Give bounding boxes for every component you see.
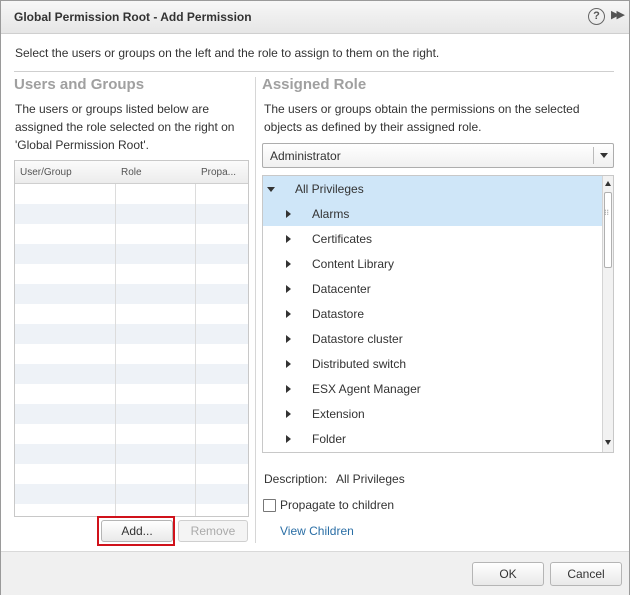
chevron-down-icon[interactable]	[600, 153, 608, 158]
tree-item[interactable]: ESX Agent Manager	[263, 376, 602, 401]
tree-item-label: Datastore	[312, 307, 365, 321]
tree-item-label: Extension	[312, 407, 365, 421]
tree-item[interactable]: Folder	[263, 426, 602, 451]
table-row	[15, 204, 248, 224]
tree-item[interactable]: Datastore cluster	[263, 326, 602, 351]
table-row	[15, 424, 248, 444]
users-groups-description: The users or groups listed below are ass…	[15, 102, 235, 152]
tree-item-label: Datastore cluster	[312, 332, 403, 346]
tree-item[interactable]: Datacenter	[263, 276, 602, 301]
table-row	[15, 444, 248, 464]
tree-item[interactable]: Content Library	[263, 251, 602, 276]
tree-item[interactable]: Distributed switch	[263, 351, 602, 376]
table-row	[15, 304, 248, 324]
table-row	[15, 244, 248, 264]
column-header-propagate[interactable]: Propa...	[201, 167, 236, 178]
scroll-up-icon[interactable]	[605, 181, 611, 186]
expand-right-icon[interactable]	[286, 385, 291, 393]
table-row	[15, 324, 248, 344]
scroll-down-icon[interactable]	[605, 440, 611, 445]
expand-right-icon[interactable]	[286, 260, 291, 268]
table-row	[15, 284, 248, 304]
tree-item[interactable]: All Privileges	[263, 176, 602, 201]
expand-right-icon[interactable]	[286, 335, 291, 343]
users-groups-table[interactable]: User/Group Role Propa...	[14, 160, 249, 517]
expand-icon[interactable]: ▶▶	[611, 8, 625, 21]
expand-right-icon[interactable]	[286, 410, 291, 418]
highlight-box	[97, 516, 175, 546]
role-select-value: Administrator	[270, 149, 341, 163]
tree-item-label: Folder	[312, 432, 347, 446]
users-groups-heading: Users and Groups	[14, 76, 145, 93]
expand-right-icon[interactable]	[286, 285, 291, 293]
table-row	[15, 184, 248, 204]
tree-item-label: Alarms	[312, 207, 350, 221]
privileges-tree[interactable]: All Privileges Alarms Certificates Content …	[262, 175, 614, 453]
description-label: Description:	[264, 472, 328, 486]
instructions-text: Select the users or groups on the left a…	[15, 46, 440, 60]
column-header-user-group[interactable]: User/Group	[20, 167, 72, 178]
table-row	[15, 484, 248, 504]
dialog-title: Global Permission Root - Add Permission	[14, 10, 252, 24]
grip-icon: ⁝⁝	[604, 208, 610, 217]
tree-scrollbar[interactable]: ⁝⁝	[602, 176, 613, 452]
propagate-checkbox[interactable]	[263, 499, 276, 512]
title-bar[interactable]: Global Permission Root - Add Permission …	[1, 1, 629, 34]
expand-right-icon[interactable]	[286, 235, 291, 243]
tree-item-label: Datacenter	[312, 282, 371, 296]
description-value: All Privileges	[336, 472, 405, 486]
tree-item[interactable]: Datastore	[263, 301, 602, 326]
expand-right-icon[interactable]	[286, 310, 291, 318]
scroll-thumb[interactable]	[604, 192, 612, 268]
table-row	[15, 344, 248, 364]
panel-separator	[255, 77, 256, 543]
expand-right-icon[interactable]	[286, 360, 291, 368]
table-row	[15, 264, 248, 284]
ok-button[interactable]: OK	[472, 562, 544, 586]
tree-item-label: Certificates	[312, 232, 373, 246]
expand-down-icon[interactable]	[267, 187, 275, 192]
propagate-label[interactable]: Propagate to children	[280, 498, 394, 512]
table-row	[15, 464, 248, 484]
table-header: User/Group Role Propa...	[15, 161, 248, 184]
cancel-button[interactable]: Cancel	[550, 562, 622, 586]
assigned-role-description: The users or groups obtain the permissio…	[264, 102, 580, 134]
table-row	[15, 224, 248, 244]
tree-item-label: All Privileges	[295, 182, 364, 196]
view-children-link[interactable]: View Children	[280, 524, 354, 538]
tree-item[interactable]: Extension	[263, 401, 602, 426]
expand-right-icon[interactable]	[286, 435, 291, 443]
remove-button[interactable]: Remove	[178, 520, 248, 542]
expand-right-icon[interactable]	[286, 210, 291, 218]
tree-item[interactable]: Certificates	[263, 226, 602, 251]
table-row	[15, 364, 248, 384]
divider	[14, 71, 614, 72]
column-header-role[interactable]: Role	[121, 167, 142, 178]
tree-item-label: Content Library	[312, 257, 395, 271]
help-icon[interactable]: ?	[588, 8, 605, 25]
dialog-footer: OK Cancel	[1, 551, 629, 595]
tree-item[interactable]: Alarms	[263, 201, 602, 226]
table-row	[15, 404, 248, 424]
table-row	[15, 384, 248, 404]
tree-item-label: ESX Agent Manager	[312, 382, 421, 396]
tree-item-label: Distributed switch	[312, 357, 407, 371]
assigned-role-heading: Assigned Role	[262, 76, 367, 93]
role-select[interactable]: Administrator	[262, 143, 614, 168]
add-permission-dialog: Global Permission Root - Add Permission …	[0, 0, 630, 595]
